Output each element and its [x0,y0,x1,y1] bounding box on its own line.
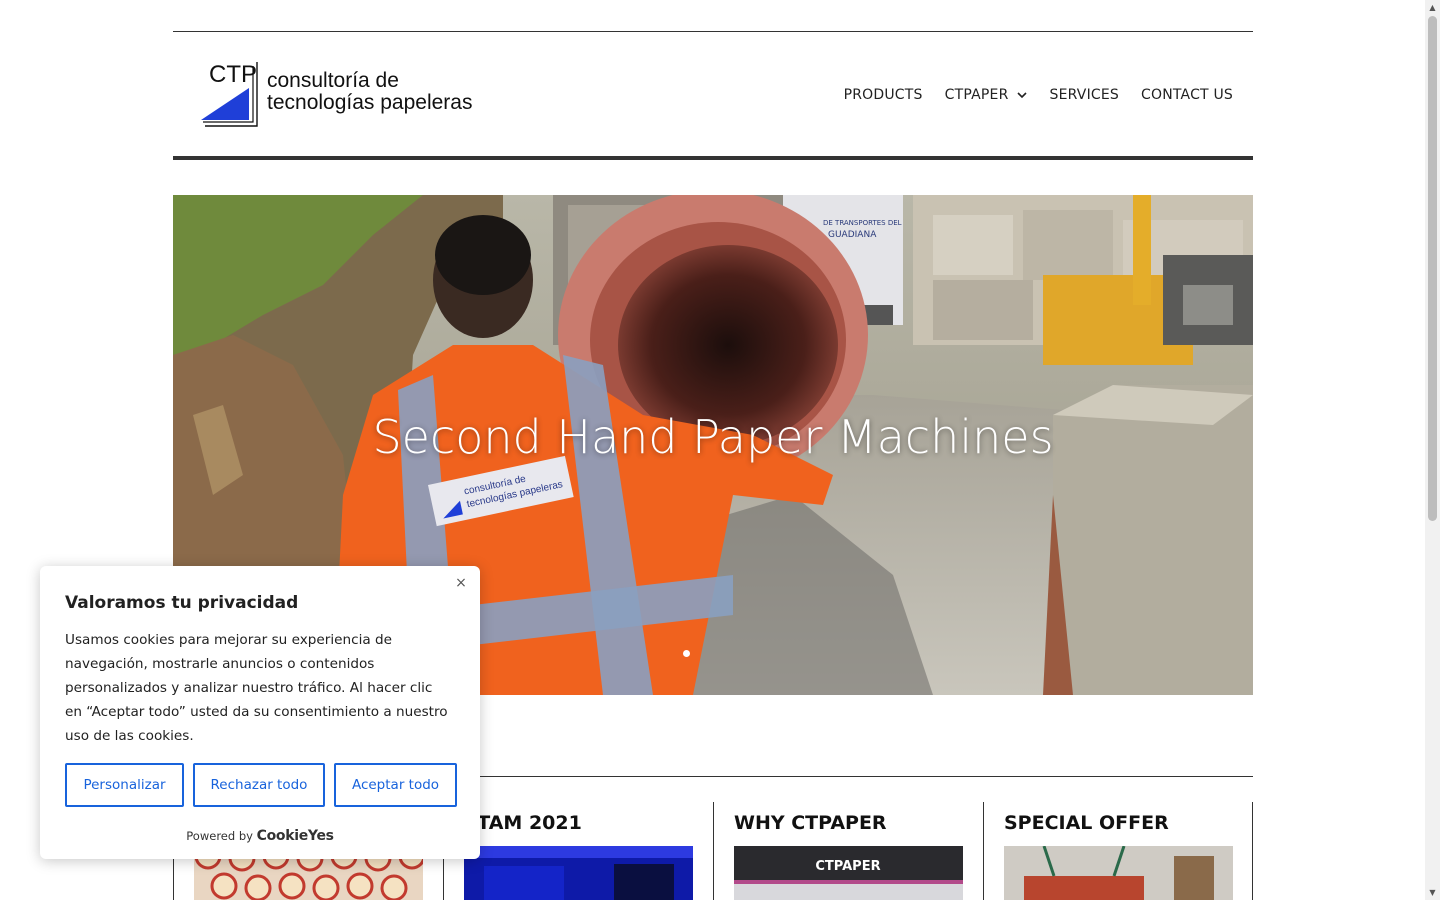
site-header: CTP consultoría de tecnologías papeleras… [173,32,1253,158]
card-title-4: SPECIAL OFFER [1004,812,1169,834]
card-image-machine [1004,846,1233,900]
main-nav: PRODUCTS CTPAPER SERVICES CONTACT US [844,87,1233,103]
close-icon[interactable]: × [454,576,468,590]
chevron-down-icon [1016,92,1027,99]
hero-title: Second Hand Paper Machines [372,410,1054,464]
card-title-2: ATAM 2021 [464,812,582,834]
card-image-event [464,846,693,900]
card-title-3: WHY CTPAPER [734,812,887,834]
cookieyes-logo[interactable]: CookieYes [257,828,334,844]
card-image-booth: CTPAPER [734,846,963,900]
nav-services-label: SERVICES [1049,87,1120,103]
reject-all-button[interactable]: Rechazar todo [193,763,325,807]
scroll-down-icon[interactable]: ▼ [1425,885,1440,900]
cookie-actions: Personalizar Rechazar todo Aceptar todo [65,763,457,807]
nav-services[interactable]: SERVICES [1050,87,1120,103]
nav-products-label: PRODUCTS [843,87,923,103]
scroll-up-icon[interactable]: ▲ [1425,0,1440,15]
card-special-offer[interactable]: SPECIAL OFFER [983,802,1253,900]
truck-sign-1: DE TRANSPORTES DEL [823,219,902,227]
site-logo[interactable]: CTP consultoría de tecnologías papeleras [201,58,491,130]
card-atam-2021[interactable]: ATAM 2021 [443,802,713,900]
page-scrollbar[interactable]: ▲ ▼ [1425,0,1440,900]
nav-contact-us[interactable]: CONTACT US [1141,87,1233,103]
card-why-ctpaper[interactable]: WHY CTPAPER CTPAPER [713,802,983,900]
powered-by-text: Powered by [186,829,253,843]
scroll-thumb[interactable] [1428,16,1437,521]
ctp-logo-icon: CTP [201,61,258,127]
cookie-consent-banner: × Valoramos tu privacidad Usamos cookies… [40,566,480,859]
nav-ctpaper[interactable]: CTPAPER [945,87,1028,103]
nav-ctpaper-label: CTPAPER [944,87,1009,103]
logo-line-2: tecnologías papeleras [267,91,473,114]
slider-dots [683,650,690,657]
slider-dot-1[interactable] [683,650,690,657]
nav-products[interactable]: PRODUCTS [844,87,923,103]
powered-by: Powered by CookieYes [40,828,480,844]
accept-all-button[interactable]: Aceptar todo [334,763,457,807]
nav-contact-label: CONTACT US [1141,87,1233,103]
logo-line-1: consultoría de [267,69,399,92]
logo-mark-text: CTP [209,61,257,88]
cookie-title: Valoramos tu privacidad [65,593,299,613]
cookie-description: Usamos cookies para mejorar su experienc… [65,632,448,744]
customize-button[interactable]: Personalizar [65,763,184,807]
booth-sign: CTPAPER [815,859,880,874]
header-bottom-rule [173,156,1253,160]
truck-sign-2: GUADIANA [828,230,877,240]
logo-text: consultoría de tecnologías papeleras [267,70,472,114]
